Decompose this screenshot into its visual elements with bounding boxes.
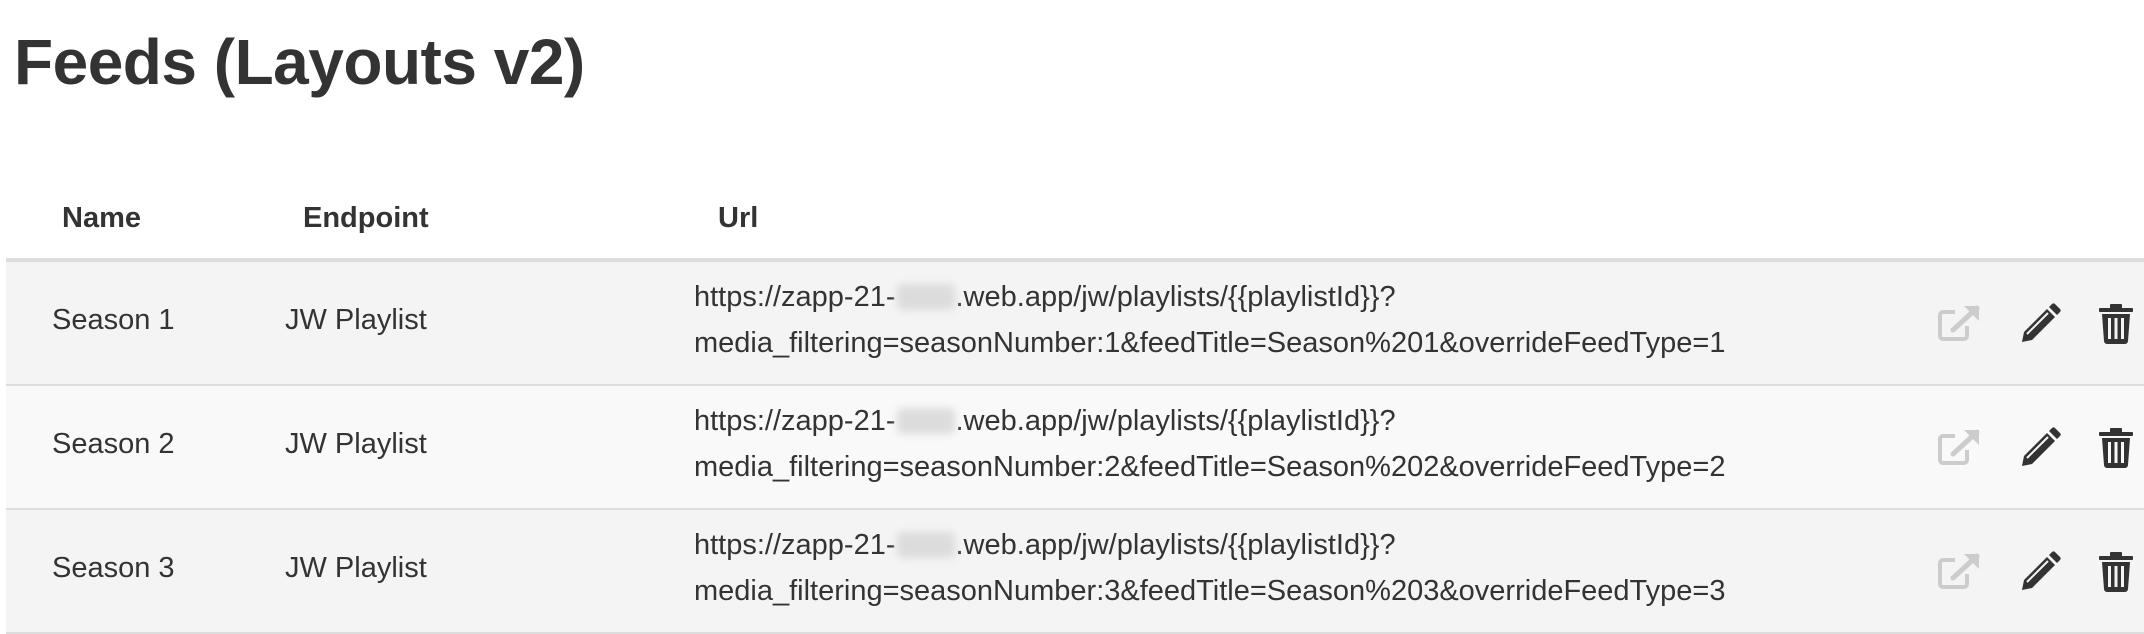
feed-url: https://zapp-21- .web.app/jw/playlists/{{… (694, 398, 1796, 490)
feed-url-line-2: media_filtering=seasonNumber:3&feedTitle… (694, 575, 1726, 607)
column-header-name: Name (62, 202, 141, 234)
feed-url-prefix: https://zapp-21- (694, 529, 896, 561)
edit-feed-button[interactable] (2016, 300, 2064, 348)
external-link-icon (1938, 429, 1980, 465)
page-title: Feeds (Layouts v2) (14, 26, 585, 98)
feed-url-suffix: .web.app/jw/playlists/{{playlistId}}? (955, 405, 1396, 437)
delete-feed-button[interactable] (2092, 424, 2140, 472)
feed-url-line-1: https://zapp-21- .web.app/jw/playlists/{{… (694, 274, 1796, 320)
column-header-endpoint: Endpoint (303, 202, 429, 234)
feed-name: Season 1 (52, 304, 175, 336)
feed-url-line-2: media_filtering=seasonNumber:1&feedTitle… (694, 327, 1726, 359)
external-link-icon (1938, 305, 1980, 341)
feed-endpoint: JW Playlist (285, 304, 427, 336)
feed-url: https://zapp-21- .web.app/jw/playlists/{{… (694, 274, 1796, 366)
feeds-table: Name Endpoint Url Season 1 JW Playlist h… (6, 186, 2144, 634)
table-row: Season 3 JW Playlist https://zapp-21- .we… (6, 510, 2144, 634)
table-header: Name Endpoint Url (6, 186, 2144, 262)
feed-url-prefix: https://zapp-21- (694, 405, 896, 437)
open-feed-button[interactable] (1936, 424, 1984, 472)
column-header-url: Url (718, 202, 759, 234)
feed-url: https://zapp-21- .web.app/jw/playlists/{{… (694, 522, 1796, 614)
trash-icon (2099, 552, 2133, 592)
pencil-icon (2022, 303, 2061, 342)
table-row: Season 1 JW Playlist https://zapp-21- .we… (6, 262, 2144, 386)
redacted-blur (896, 284, 955, 310)
feed-endpoint: JW Playlist (285, 428, 427, 460)
redacted-blur (896, 408, 955, 434)
feed-url-suffix: .web.app/jw/playlists/{{playlistId}}? (955, 281, 1396, 313)
feed-url-prefix: https://zapp-21- (694, 281, 896, 313)
redacted-blur (896, 532, 955, 558)
delete-feed-button[interactable] (2092, 548, 2140, 596)
delete-feed-button[interactable] (2092, 300, 2140, 348)
edit-feed-button[interactable] (2016, 424, 2064, 472)
feed-name: Season 2 (52, 428, 175, 460)
feed-url-line-1: https://zapp-21- .web.app/jw/playlists/{{… (694, 398, 1796, 444)
edit-feed-button[interactable] (2016, 548, 2064, 596)
external-link-icon (1938, 553, 1980, 589)
trash-icon (2099, 428, 2133, 468)
trash-icon (2099, 304, 2133, 344)
feed-name: Season 3 (52, 552, 175, 584)
table-row: Season 2 JW Playlist https://zapp-21- .we… (6, 386, 2144, 510)
feed-url-line-1: https://zapp-21- .web.app/jw/playlists/{{… (694, 522, 1796, 568)
pencil-icon (2022, 427, 2061, 466)
pencil-icon (2022, 551, 2061, 590)
open-feed-button[interactable] (1936, 548, 1984, 596)
open-feed-button[interactable] (1936, 300, 1984, 348)
feeds-page: Feeds (Layouts v2) Name Endpoint Url Sea… (0, 0, 2144, 634)
feed-url-line-2: media_filtering=seasonNumber:2&feedTitle… (694, 451, 1726, 483)
feed-endpoint: JW Playlist (285, 552, 427, 584)
feed-url-suffix: .web.app/jw/playlists/{{playlistId}}? (955, 529, 1396, 561)
